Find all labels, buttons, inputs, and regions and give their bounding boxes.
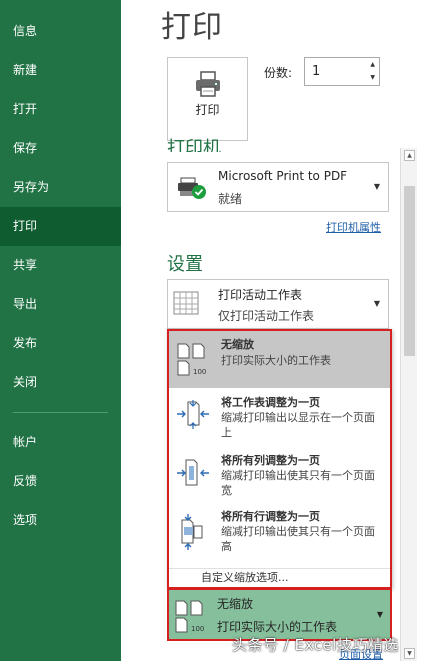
scaling-current-title: 无缩放 [217, 597, 254, 611]
printer-ready-icon [178, 177, 206, 199]
nav-item-save[interactable]: 保存 [0, 129, 121, 168]
nav-item-open[interactable]: 打开 [0, 90, 121, 129]
nav-item-publish[interactable]: 发布 [0, 324, 121, 363]
svg-text:100: 100 [191, 625, 204, 633]
chevron-down-icon: ▼ [373, 182, 380, 191]
scaling-option-no-scaling[interactable]: 100 无缩放 打印实际大小的工作表 [169, 331, 390, 388]
printer-select[interactable]: Microsoft Print to PDF 就绪 ▼ [167, 162, 389, 212]
scaling-option-desc: 缩减打印输出以显示在一个页面上 [221, 411, 375, 439]
copies-value: 1 [312, 64, 321, 79]
scaling-current-desc: 打印实际大小的工作表 [217, 620, 338, 634]
nav-item-new[interactable]: 新建 [0, 51, 121, 90]
pages-100-icon: 100 [177, 343, 206, 376]
scroll-up-icon[interactable]: ▲ [404, 150, 415, 161]
svg-text:100: 100 [193, 368, 206, 376]
backstage-sidebar: 信息 新建 打开 保存 另存为 打印 共享 导出 发布 关闭 帐户 反馈 选项 [0, 0, 121, 661]
print-button[interactable]: 打印 [167, 57, 248, 141]
watermark: 头条号 / Excel技巧精选 [232, 636, 399, 654]
scaling-option-title: 无缩放 [221, 338, 254, 351]
copies-label: 份数: [264, 66, 293, 80]
vertical-scrollbar[interactable]: ▲ ▼ [400, 148, 417, 661]
printer-status: 就绪 [218, 192, 243, 206]
scroll-down-icon[interactable]: ▼ [404, 648, 415, 659]
sheet-grid-icon [173, 291, 199, 315]
nav-item-print[interactable]: 打印 [0, 207, 121, 246]
printer-icon [196, 71, 220, 97]
scaling-option-fit-sheet[interactable]: 将工作表调整为一页 缩减打印输出以显示在一个页面上 [169, 388, 390, 446]
fit-columns-icon [177, 459, 209, 486]
scaling-option-title: 将所有列调整为一页 [221, 454, 320, 467]
scaling-option-fit-rows[interactable]: 将所有行调整为一页 缩减打印输出使其只有一个页面高 [169, 504, 390, 562]
spin-down-icon[interactable]: ▼ [370, 74, 375, 81]
nav-item-options[interactable]: 选项 [0, 501, 121, 540]
nav-item-info[interactable]: 信息 [0, 12, 121, 51]
scaling-option-desc: 打印实际大小的工作表 [221, 354, 331, 367]
copies-stepper[interactable]: 1 ▲ ▼ [304, 57, 380, 86]
scaling-option-fit-columns[interactable]: 将所有列调整为一页 缩减打印输出使其只有一个页面宽 [169, 446, 390, 504]
nav-item-feedback[interactable]: 反馈 [0, 462, 121, 501]
nav-item-share[interactable]: 共享 [0, 246, 121, 285]
nav-item-account[interactable]: 帐户 [0, 423, 121, 462]
print-button-label: 打印 [195, 103, 220, 117]
print-scope-select[interactable]: 打印活动工作表 仅打印活动工作表 ▼ [167, 279, 389, 329]
chevron-down-icon: ▼ [376, 610, 383, 619]
scaling-option-title: 将所有行调整为一页 [221, 510, 320, 523]
fit-rows-icon [181, 514, 203, 550]
page-title: 打印 [161, 10, 223, 45]
fit-sheet-icon [177, 400, 209, 429]
nav-divider [13, 412, 108, 413]
scaling-option-desc: 缩减打印输出使其只有一个页面宽 [221, 469, 375, 497]
spin-up-icon[interactable]: ▲ [370, 61, 375, 68]
scroll-thumb[interactable] [404, 186, 415, 356]
pages-100-icon: 100 [175, 600, 204, 633]
print-scope-desc: 仅打印活动工作表 [218, 309, 315, 323]
scaling-option-desc: 缩减打印输出使其只有一个页面高 [221, 525, 375, 553]
nav-item-close[interactable]: 关闭 [0, 363, 121, 402]
settings-title: 设置 [167, 254, 203, 275]
nav-item-save-as[interactable]: 另存为 [0, 168, 121, 207]
nav-item-export[interactable]: 导出 [0, 285, 121, 324]
printer-properties-link[interactable]: 打印机属性 [326, 219, 381, 235]
printer-section-title: 打印机 [167, 138, 221, 152]
print-panel: 打印 打印 份数: 1 ▲ ▼ 打印机 Microsoft Print to P… [121, 0, 440, 661]
chevron-down-icon: ▼ [373, 299, 380, 308]
printer-name: Microsoft Print to PDF [218, 169, 348, 183]
print-scope-title: 打印活动工作表 [218, 288, 303, 302]
scaling-option-title: 将工作表调整为一页 [221, 396, 320, 409]
custom-scaling-option[interactable]: 自定义缩放选项... [201, 569, 289, 585]
scaling-menu: 100 无缩放 打印实际大小的工作表 将工作表调整为一页 缩减打印输出以显示在一… [167, 329, 392, 589]
